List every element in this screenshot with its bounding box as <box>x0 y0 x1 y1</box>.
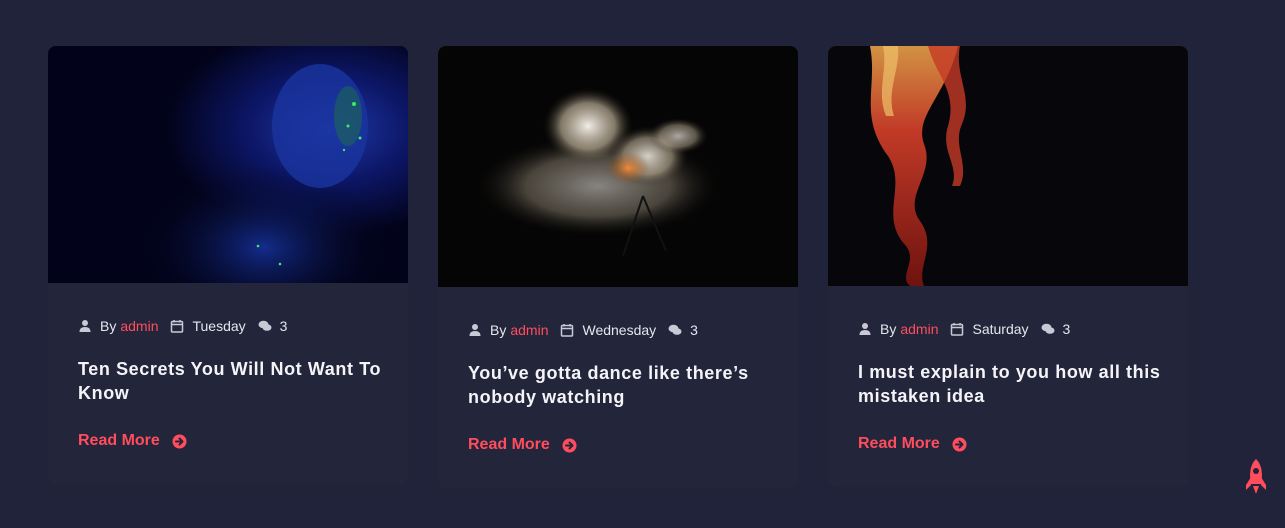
comments-icon <box>258 319 272 333</box>
author-prefix: By <box>490 322 507 338</box>
post-comments[interactable]: 3 <box>668 322 698 338</box>
post-title[interactable]: I must explain to you how all this mista… <box>858 360 1163 408</box>
post-thumbnail[interactable] <box>438 46 798 287</box>
author-link[interactable]: admin <box>900 321 938 337</box>
arrow-circle-right-icon <box>562 438 577 453</box>
calendar-icon <box>170 319 184 333</box>
comment-count: 3 <box>279 318 288 334</box>
post-meta: By admin Saturday 3 <box>858 319 1158 339</box>
smoke-explosion-image <box>438 46 798 287</box>
scroll-to-top-button[interactable] <box>1243 458 1269 496</box>
author-link[interactable]: admin <box>510 322 548 338</box>
post-date: Tuesday <box>170 318 246 334</box>
post-title[interactable]: Ten Secrets You Will Not Want To Know <box>78 357 383 405</box>
post-thumbnail[interactable] <box>48 46 408 283</box>
post-day: Tuesday <box>192 318 246 334</box>
post-title[interactable]: You’ve gotta dance like there’s nobody w… <box>468 361 773 409</box>
post-day: Saturday <box>972 321 1029 337</box>
post-thumbnail[interactable] <box>828 46 1188 286</box>
comments-icon <box>1041 322 1055 336</box>
comments-icon <box>668 323 682 337</box>
arrow-circle-right-icon <box>952 437 967 452</box>
calendar-icon <box>560 323 574 337</box>
read-more-link[interactable]: Read More <box>78 432 187 450</box>
read-more-label: Read More <box>468 436 550 453</box>
post-meta: By admin Wednesday 3 <box>468 320 768 340</box>
read-more-link[interactable]: Read More <box>468 436 577 454</box>
post-date: Wednesday <box>560 322 656 338</box>
rocket-icon <box>1246 459 1266 494</box>
post-day: Wednesday <box>582 322 657 338</box>
comment-count: 3 <box>1062 321 1071 337</box>
post-date: Saturday <box>950 321 1029 337</box>
blog-card: By admin Saturday 3 I must explain to yo… <box>828 46 1188 487</box>
post-meta: By admin Tuesday 3 <box>78 316 378 336</box>
read-more-label: Read More <box>858 435 940 452</box>
author-prefix: By <box>100 318 117 334</box>
read-more-link[interactable]: Read More <box>858 435 967 453</box>
comment-count: 3 <box>690 322 698 338</box>
author-link[interactable]: admin <box>120 318 158 334</box>
post-comments[interactable]: 3 <box>1041 321 1071 337</box>
read-more-label: Read More <box>78 432 160 449</box>
user-icon <box>468 323 482 337</box>
glowing-face-image <box>48 46 408 283</box>
post-author: By admin <box>78 318 158 334</box>
arrow-circle-right-icon <box>172 434 187 449</box>
blog-card: By admin Wednesday 3 You’ve gotta dance … <box>438 46 798 488</box>
red-smoke-image <box>828 46 1188 286</box>
user-icon <box>78 319 92 333</box>
post-author: By admin <box>468 322 548 338</box>
author-prefix: By <box>880 321 897 337</box>
post-comments[interactable]: 3 <box>258 318 288 334</box>
user-icon <box>858 322 872 336</box>
calendar-icon <box>950 322 964 336</box>
blog-card: By admin Tuesday 3 Ten Secrets You Will … <box>48 46 408 484</box>
post-author: By admin <box>858 321 938 337</box>
